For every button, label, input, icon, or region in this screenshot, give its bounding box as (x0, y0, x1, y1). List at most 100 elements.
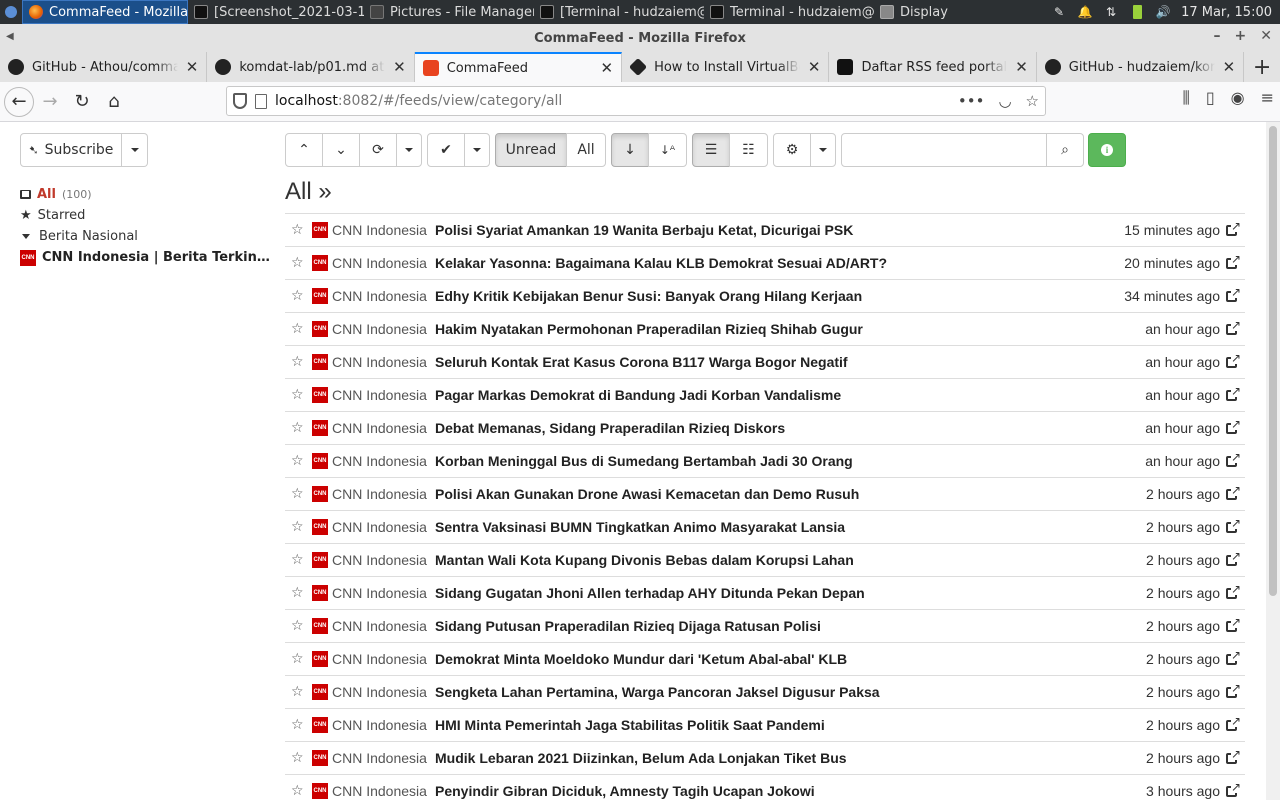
star-icon[interactable]: ☆ (291, 519, 305, 535)
external-link-icon[interactable]: ↗ (1225, 220, 1241, 238)
close-tab-icon[interactable]: ✕ (601, 59, 614, 77)
maximize-icon[interactable]: + (1235, 28, 1247, 44)
entry-row[interactable]: ☆ CNN CNN Indonesia Edhy Kritik Kebijakan B… (285, 280, 1245, 313)
home-icon[interactable]: ⌂ (98, 86, 130, 118)
taskbar-task-display[interactable]: Display (874, 0, 984, 24)
external-link-icon[interactable]: ↗ (1225, 352, 1241, 370)
entry-row[interactable]: ☆ CNN CNN Indonesia Sengketa Lahan Pertamin… (285, 676, 1245, 709)
external-link-icon[interactable]: ↗ (1225, 286, 1241, 304)
tab-commafeed[interactable]: CommaFeed ✕ (414, 52, 623, 82)
entry-title[interactable]: Sengketa Lahan Pertamina, Warga Pancoran… (435, 684, 1136, 700)
external-link-icon[interactable]: ↗ (1225, 682, 1241, 700)
about-button[interactable]: i (1088, 133, 1126, 167)
entry-title[interactable]: Polisi Syariat Amankan 19 Wanita Berbaju… (435, 222, 1114, 238)
reload-icon[interactable]: ↻ (66, 86, 98, 118)
star-icon[interactable]: ☆ (291, 420, 305, 436)
star-icon[interactable]: ☆ (291, 255, 305, 271)
mark-read-dropdown-button[interactable] (464, 133, 490, 167)
entry-title[interactable]: Debat Memanas, Sidang Praperadilan Rizie… (435, 420, 1135, 436)
window-menu-icon[interactable]: ◀ (6, 31, 14, 42)
star-icon[interactable]: ☆ (291, 222, 305, 238)
external-link-icon[interactable]: ↗ (1225, 715, 1241, 733)
external-link-icon[interactable]: ↗ (1225, 253, 1241, 271)
entry-title[interactable]: Sidang Putusan Praperadilan Rizieq Dijag… (435, 618, 1136, 634)
library-icon[interactable]: ⫼ (1182, 88, 1189, 108)
entry-row[interactable]: ☆ CNN CNN Indonesia Mudik Lebaran 2021 Diiz… (285, 742, 1245, 775)
taskbar-task-terminal-1[interactable]: [Terminal - hudzaiem@... (534, 0, 704, 24)
settings-dropdown-button[interactable] (810, 133, 836, 167)
entry-title[interactable]: Seluruh Kontak Erat Kasus Corona B117 Wa… (435, 354, 1135, 370)
tab-rss-feed[interactable]: Daftar RSS feed portal berita ✕ (829, 52, 1037, 82)
account-icon[interactable]: ◉ (1231, 88, 1245, 108)
entry-row[interactable]: ☆ CNN CNN Indonesia Demokrat Minta Moeldoko… (285, 643, 1245, 676)
external-link-icon[interactable]: ↗ (1225, 550, 1241, 568)
external-link-icon[interactable]: ↗ (1225, 748, 1241, 766)
star-icon[interactable]: ☆ (291, 717, 305, 733)
forward-icon[interactable]: → (34, 86, 66, 118)
all-filter-button[interactable]: All (566, 133, 606, 167)
entry-row[interactable]: ☆ CNN CNN Indonesia Debat Memanas, Sidang P… (285, 412, 1245, 445)
battery-icon[interactable] (1129, 5, 1145, 19)
taskbar-task-terminal-2[interactable]: Terminal - hudzaiem@h... (704, 0, 874, 24)
network-icon[interactable]: ⇅ (1103, 5, 1119, 19)
tab-komdat-lab[interactable]: komdat-lab/p01.md at master ✕ (207, 52, 415, 82)
sidebar-item-all[interactable]: All (100) (20, 184, 270, 205)
refresh-button[interactable]: ⟳ (359, 133, 397, 167)
external-link-icon[interactable]: ↗ (1225, 517, 1241, 535)
star-icon[interactable]: ☆ (291, 453, 305, 469)
close-tab-icon[interactable]: ✕ (186, 58, 199, 76)
tab-github-hudzaiem[interactable]: GitHub - hudzaiem/komdat ✕ (1037, 52, 1245, 82)
entry-title[interactable]: Polisi Akan Gunakan Drone Awasi Kemaceta… (435, 486, 1136, 502)
subscribe-button[interactable]: ➷ Subscribe (20, 133, 122, 167)
entry-title[interactable]: Mantan Wali Kota Kupang Divonis Bebas da… (435, 552, 1136, 568)
external-link-icon[interactable]: ↗ (1225, 484, 1241, 502)
entry-row[interactable]: ☆ CNN CNN Indonesia Penyindir Gibran Dicidu… (285, 775, 1245, 800)
entry-title[interactable]: Sentra Vaksinasi BUMN Tingkatkan Animo M… (435, 519, 1136, 535)
app-menu-icon[interactable] (0, 0, 22, 24)
external-link-icon[interactable]: ↗ (1225, 616, 1241, 634)
back-icon[interactable]: ← (4, 86, 34, 117)
star-icon[interactable]: ☆ (291, 354, 305, 370)
entry-title[interactable]: Penyindir Gibran Diciduk, Amnesty Tagih … (435, 783, 1136, 799)
tab-virtualbox[interactable]: How to Install VirtualBox Guest ✕ (622, 52, 830, 82)
entry-row[interactable]: ☆ CNN CNN Indonesia HMI Minta Pemerintah Ja… (285, 709, 1245, 742)
new-tab-icon[interactable]: + (1244, 52, 1280, 82)
star-icon[interactable]: ☆ (291, 552, 305, 568)
close-tab-icon[interactable]: ✕ (393, 58, 406, 76)
star-icon[interactable]: ☆ (291, 750, 305, 766)
sidebar-item-cnn-feed[interactable]: CNN CNN Indonesia | Berita Terkini Nasio… (20, 247, 270, 268)
page-info-icon[interactable] (255, 93, 267, 109)
taskbar-task-file-manager[interactable]: Pictures - File Manager (364, 0, 534, 24)
entry-title[interactable]: Pagar Markas Demokrat di Bandung Jadi Ko… (435, 387, 1135, 403)
bookmark-star-icon[interactable]: ☆ (1026, 92, 1039, 110)
sort-oldest-first-button[interactable]: ↓ᴬ (648, 133, 687, 167)
star-icon[interactable]: ☆ (291, 618, 305, 634)
external-link-icon[interactable]: ↗ (1225, 649, 1241, 667)
unread-filter-button[interactable]: Unread (495, 133, 567, 167)
expand-triangle-icon[interactable] (22, 234, 30, 239)
entry-row[interactable]: ☆ CNN CNN Indonesia Mantan Wali Kota Kupang… (285, 544, 1245, 577)
entry-title[interactable]: Kelakar Yasonna: Bagaimana Kalau KLB Dem… (435, 255, 1114, 271)
entry-row[interactable]: ☆ CNN CNN Indonesia Kelakar Yasonna: Bagaim… (285, 247, 1245, 280)
previous-entry-button[interactable]: ⌃ (285, 133, 323, 167)
subscribe-dropdown-button[interactable] (122, 133, 148, 167)
sidebar-item-berita-nasional[interactable]: Berita Nasional (20, 226, 270, 247)
refresh-dropdown-button[interactable] (396, 133, 422, 167)
entry-title[interactable]: Demokrat Minta Moeldoko Mundur dari 'Ket… (435, 651, 1136, 667)
close-tab-icon[interactable]: ✕ (1015, 58, 1028, 76)
entry-row[interactable]: ☆ CNN CNN Indonesia Korban Meninggal Bus di… (285, 445, 1245, 478)
star-icon[interactable]: ☆ (291, 585, 305, 601)
entry-row[interactable]: ☆ CNN CNN Indonesia Sentra Vaksinasi BUMN T… (285, 511, 1245, 544)
external-link-icon[interactable]: ↗ (1225, 418, 1241, 436)
tracking-shield-icon[interactable] (233, 93, 247, 109)
page-actions-icon[interactable]: ••• (958, 92, 985, 110)
title-view-button[interactable]: ☰ (692, 133, 730, 167)
entry-row[interactable]: ☆ CNN CNN Indonesia Polisi Syariat Amankan … (285, 214, 1245, 247)
close-tab-icon[interactable]: ✕ (1223, 58, 1236, 76)
entry-title[interactable]: Edhy Kritik Kebijakan Benur Susi: Banyak… (435, 288, 1114, 304)
close-window-icon[interactable]: ✕ (1260, 28, 1272, 44)
star-icon[interactable]: ☆ (291, 783, 305, 799)
expanded-view-button[interactable]: ☷ (729, 133, 768, 167)
entry-title[interactable]: HMI Minta Pemerintah Jaga Stabilitas Pol… (435, 717, 1136, 733)
taskbar-task-firefox[interactable]: CommaFeed - Mozilla F... (22, 0, 188, 24)
